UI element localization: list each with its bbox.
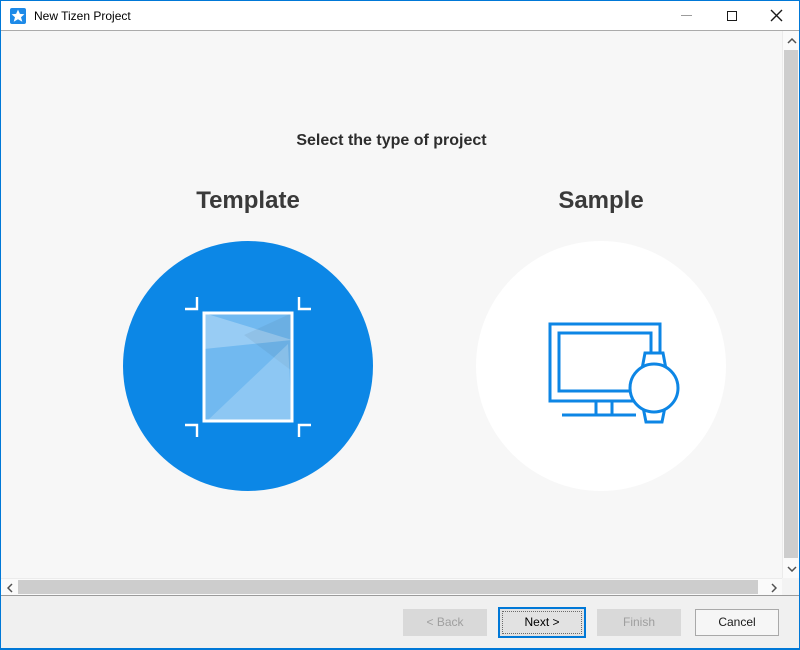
vertical-scroll-thumb[interactable]: [784, 50, 798, 558]
close-button[interactable]: [754, 1, 799, 30]
close-icon: [770, 9, 783, 22]
vertical-scrollbar[interactable]: [782, 31, 799, 578]
option-sample[interactable]: Sample: [476, 184, 726, 491]
finish-button: Finish: [597, 609, 681, 636]
scrollbar-corner: [782, 578, 799, 595]
scroll-left-button[interactable]: [1, 579, 18, 596]
minimize-icon: [681, 15, 692, 16]
window-title: New Tizen Project: [34, 9, 131, 23]
page-title: Select the type of project: [1, 132, 782, 150]
chevron-up-icon: [787, 38, 797, 44]
title-bar: New Tizen Project: [1, 1, 799, 31]
minimize-button: [664, 1, 709, 30]
cancel-button[interactable]: Cancel: [695, 609, 779, 636]
wizard-content: Select the type of project Template: [1, 31, 782, 578]
maximize-button[interactable]: [709, 1, 754, 30]
scroll-right-button[interactable]: [765, 579, 782, 596]
template-label: Template: [123, 184, 373, 218]
maximize-icon: [727, 11, 737, 21]
chevron-down-icon: [787, 566, 797, 572]
tizen-logo-icon: [10, 8, 26, 24]
chevron-left-icon: [7, 583, 13, 593]
template-circle[interactable]: [123, 241, 373, 491]
wizard-button-bar: < Back Next > Finish Cancel: [1, 595, 799, 648]
caption-buttons: [664, 1, 799, 30]
new-tizen-project-dialog: New Tizen Project Select the type of pro…: [0, 0, 800, 650]
template-canvas-icon: [123, 241, 373, 491]
sample-circle[interactable]: [476, 241, 726, 491]
option-template[interactable]: Template: [123, 184, 373, 491]
scroll-up-button[interactable]: [783, 32, 800, 49]
sample-label: Sample: [476, 184, 726, 218]
horizontal-scrollbar[interactable]: [1, 578, 782, 595]
back-button: < Back: [403, 609, 487, 636]
chevron-right-icon: [771, 583, 777, 593]
scroll-down-button[interactable]: [783, 560, 800, 577]
tv-and-smartwatch-icon: [476, 241, 726, 491]
horizontal-scroll-thumb[interactable]: [18, 580, 758, 594]
next-button[interactable]: Next >: [498, 607, 586, 638]
